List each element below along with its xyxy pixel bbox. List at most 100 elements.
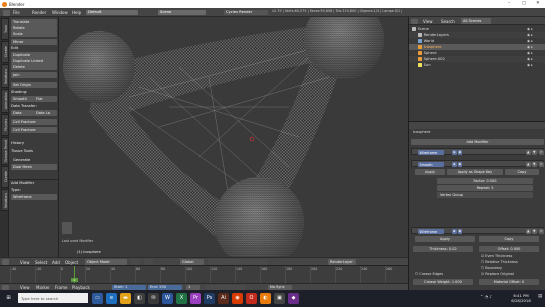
rotate-button[interactable]: Rotate <box>11 25 57 31</box>
smooth-button[interactable]: Smooth <box>11 96 34 102</box>
even-thickness-checkbox[interactable]: ☑ Even Thickness <box>481 254 512 258</box>
remove-modifier-icon[interactable]: ✕ <box>539 162 544 167</box>
replace-original-checkbox[interactable]: ☑ Replace Original <box>481 272 514 276</box>
cell-fracture-button-2[interactable]: Cell Fracture <box>11 127 57 133</box>
properties-tabs[interactable] <box>409 122 545 129</box>
mail-icon[interactable]: ✉ <box>148 292 159 304</box>
editor-type-icon[interactable] <box>2 259 9 265</box>
dual-mesh-button[interactable]: Dual Mesh <box>11 164 57 170</box>
tab-tools[interactable]: Tools <box>0 18 9 40</box>
timeline[interactable]: -40 -20 0 20 40 60 80 100 120 140 160 180 200 220 240 2… <box>0 265 408 284</box>
remove-modifier-icon[interactable]: ✕ <box>539 229 544 234</box>
wireframe-copy-button[interactable]: Copy <box>479 236 539 242</box>
data-layout-button[interactable]: Data La <box>34 110 57 116</box>
transform-orientation-select[interactable]: Global <box>180 259 204 265</box>
notification-icon[interactable]: ▤ <box>538 294 542 299</box>
remove-modifier-icon[interactable]: ✕ <box>539 150 544 155</box>
pivot-point-icon[interactable] <box>144 259 153 265</box>
file-explorer-icon[interactable]: ▬ <box>120 292 131 304</box>
menu-file[interactable]: File <box>13 10 20 15</box>
visibility-toggle-icon[interactable]: ◉ ▸ <box>527 45 533 49</box>
realtime-toggle-icon[interactable]: ▣ <box>457 162 463 167</box>
task-view-icon[interactable]: ▭ <box>92 292 103 304</box>
outliner-item-sun[interactable]: Sun ◉ ▸ <box>409 62 545 68</box>
move-up-icon[interactable]: ▲ <box>526 162 531 167</box>
render-toggle-icon[interactable]: ◆ <box>452 229 457 234</box>
illustrator-icon[interactable]: Ai <box>218 292 229 304</box>
smooth-repeat-field[interactable]: Repeat: 5 <box>437 185 533 191</box>
material-offset-field[interactable]: Material Offset: 0 <box>479 279 539 285</box>
add-modifier-button[interactable]: Add Modifier <box>411 139 544 145</box>
clock-date[interactable]: 6/28/2018 <box>508 298 534 303</box>
menu-help[interactable]: Help <box>72 10 81 15</box>
clock-time[interactable]: 6:41 PM <box>508 293 534 298</box>
smooth-copy-button[interactable]: Copy <box>505 169 539 175</box>
boundary-checkbox[interactable]: ☐ Boundary <box>481 266 502 270</box>
duplicate-linked-button[interactable]: Duplicate Linked <box>11 58 57 64</box>
modifier-smooth-header[interactable]: Smooth ◆ ▣ ▲ ▼ ✕ <box>411 160 544 167</box>
offset-field[interactable]: Offset: 0.000 <box>479 246 539 252</box>
minimize-button[interactable]: – <box>508 1 510 6</box>
smooth-apply-shape-button[interactable]: Apply as Shape Key <box>447 169 503 175</box>
tissue-tools-header[interactable]: Tissue Tools <box>11 149 33 153</box>
render-layer-select[interactable]: RenderLayer <box>328 259 356 265</box>
join-button[interactable]: Join <box>11 72 57 78</box>
vertex-group-field[interactable]: Vertex Group <box>437 192 533 198</box>
set-origin-button[interactable]: Set Origin <box>11 82 57 88</box>
tab-relations[interactable]: Relations <box>0 64 9 88</box>
windows-start-icon[interactable]: ⊞ <box>3 293 14 304</box>
tab-grease-pencil[interactable]: Grease Pencil <box>0 137 9 165</box>
tab-physics[interactable]: Physics <box>0 114 9 136</box>
move-up-icon[interactable]: ▲ <box>526 150 531 155</box>
menu-window[interactable]: Window <box>52 10 68 15</box>
opera-icon[interactable]: O <box>246 292 257 304</box>
word-icon[interactable]: W <box>162 292 173 304</box>
modifier-name-field[interactable]: Wireframe <box>418 229 444 234</box>
tab-animation[interactable]: Animation <box>0 89 9 113</box>
premiere-icon[interactable]: Pr <box>190 292 201 304</box>
move-down-icon[interactable]: ▼ <box>532 229 537 234</box>
maximize-button[interactable]: ▢ <box>522 1 526 6</box>
mirror-button[interactable]: Mirror <box>11 39 57 45</box>
tab-relations-2[interactable]: Relations <box>0 189 9 211</box>
taskbar-search-input[interactable]: Type here to search <box>18 293 88 303</box>
edge-browser-icon[interactable]: e <box>106 292 117 304</box>
layer-buttons[interactable] <box>208 259 268 265</box>
move-down-icon[interactable]: ▼ <box>532 150 537 155</box>
history-panel-header[interactable]: History <box>11 141 24 145</box>
render-toggle-icon[interactable]: ◆ <box>452 150 457 155</box>
smooth-factor-field[interactable]: Factor: 0.500 <box>437 178 533 184</box>
render-toggle-icon[interactable]: ◆ <box>452 162 457 167</box>
editor-type-icon[interactable] <box>411 18 418 24</box>
visibility-toggle-icon[interactable]: ◉ ▸ <box>527 57 533 61</box>
realtime-toggle-icon[interactable]: ▣ <box>457 229 463 234</box>
modifier-wireframe-header[interactable]: Wireframe ◆ ▣ ▲ ▼ ✕ <box>411 148 544 155</box>
app-icon[interactable]: ▣ <box>274 292 285 304</box>
cell-fracture-button[interactable]: Cell Fracture <box>11 119 57 125</box>
realtime-toggle-icon[interactable]: ▣ <box>457 150 463 155</box>
move-down-icon[interactable]: ▼ <box>532 162 537 167</box>
operator-panel-title[interactable]: Add Modifier <box>11 181 34 185</box>
display-mode-select[interactable]: All Scenes <box>461 18 491 24</box>
move-up-icon[interactable]: ▲ <box>526 229 531 234</box>
visibility-toggle-icon[interactable]: ◉ ▸ <box>527 27 533 31</box>
visibility-toggle-icon[interactable]: ◉ ▸ <box>527 33 533 37</box>
shading-mode-icon[interactable] <box>131 259 140 265</box>
mode-select[interactable]: Object Mode <box>85 259 127 265</box>
render-engine-select[interactable]: Cycles Render <box>224 9 268 16</box>
scene-select[interactable]: Scene <box>158 9 206 16</box>
modifier-wireframe-panel-header[interactable]: Wireframe ◆ ▣ ▲ ▼ ✕ <box>411 227 544 234</box>
tray-icons[interactable]: ⌃ ◔ ♪ <box>480 294 492 299</box>
screen-layout-select[interactable]: Default <box>86 9 138 16</box>
visibility-toggle-icon[interactable]: ◉ ▸ <box>527 51 533 55</box>
flat-button[interactable]: Flat <box>34 96 57 102</box>
visibility-toggle-icon[interactable]: ◉ ▸ <box>527 63 533 67</box>
relative-thickness-checkbox[interactable]: ☐ Relative Thickness <box>481 260 518 264</box>
visibility-toggle-icon[interactable]: ◉ ▸ <box>527 39 533 43</box>
duplicate-button[interactable]: Duplicate <box>11 52 57 58</box>
scale-button[interactable]: Scale <box>11 31 57 37</box>
wireframe-apply-button[interactable]: Apply <box>415 236 475 242</box>
menu-render[interactable]: Render <box>32 10 46 15</box>
app-icon-2[interactable]: ◆ <box>288 292 299 304</box>
store-icon[interactable]: ◧ <box>134 292 145 304</box>
